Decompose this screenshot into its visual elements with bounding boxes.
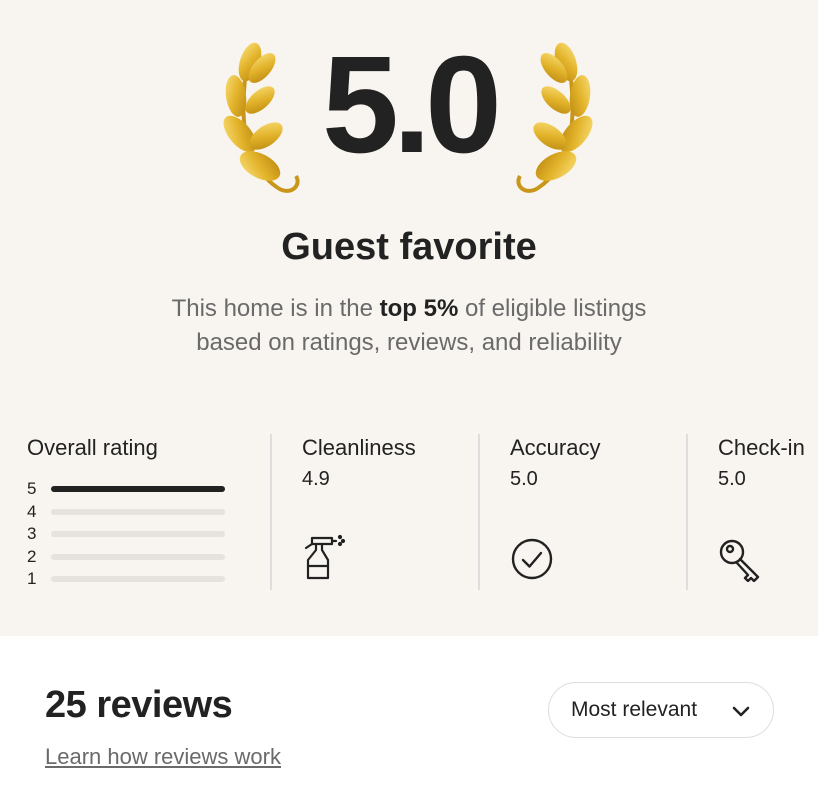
guest-favorite-description: This home is in the top 5% of eligible l… (0, 292, 818, 360)
rating-bar-stars: 2 (27, 546, 37, 566)
column-divider (478, 434, 480, 590)
sort-selected-value: Most relevant (571, 698, 698, 721)
category-label: Check-in (718, 435, 805, 460)
column-divider (686, 434, 688, 590)
rating-bar-track (51, 531, 225, 538)
overall-rating-column: Overall rating 5 4 3 2 1 (27, 432, 247, 592)
rating-bar-track (51, 553, 225, 560)
rating-bar-row: 1 (27, 568, 247, 591)
column-divider (270, 434, 272, 590)
key-icon (719, 539, 760, 582)
rating-breakdown: Overall rating 5 4 3 2 1 Cleanliness 4.9 (0, 432, 818, 592)
check-circle-icon (511, 538, 553, 580)
laurel-right-icon (516, 42, 593, 193)
description-text: This home is in the (171, 295, 380, 322)
category-score: 5.0 (510, 468, 538, 490)
rating-bar-row: 2 (27, 546, 247, 569)
rating-bar-row: 4 (27, 501, 247, 524)
rating-distribution: 5 4 3 2 1 (27, 478, 247, 591)
learn-how-reviews-work-link[interactable]: Learn how reviews work (45, 744, 281, 770)
description-line-2: based on ratings, reviews, and reliabili… (196, 329, 622, 356)
category-accuracy: Accuracy 5.0 (510, 432, 680, 592)
top-percent-text: top 5% (379, 295, 459, 322)
description-text: of eligible listings (458, 295, 647, 322)
rating-bar-stars: 5 (27, 479, 37, 499)
overall-rating-label: Overall rating (27, 435, 158, 460)
category-label: Cleanliness (302, 435, 416, 460)
category-label: Accuracy (510, 435, 601, 460)
rating-bar-track (51, 486, 225, 493)
rating-bar-fill (51, 486, 225, 493)
guest-favorite-title: Guest favorite (281, 226, 537, 268)
rating-bar-track (51, 508, 225, 515)
description-line-1: This home is in the top 5% of eligible l… (0, 292, 818, 326)
reviews-count-heading: 25 reviews (45, 684, 233, 726)
category-score: 4.9 (302, 468, 330, 490)
rating-bar-stars: 3 (27, 524, 37, 544)
rating-bar-stars: 1 (27, 569, 37, 589)
chevron-down-icon (732, 706, 750, 717)
guest-favorite-section: 5.0 Guest favorite This home is in the t… (0, 0, 818, 636)
sort-reviews-dropdown[interactable]: Most relevant (548, 682, 774, 738)
score-row: 5.0 (0, 30, 818, 200)
rating-bar-stars: 4 (27, 501, 37, 521)
rating-bar-row: 5 (27, 478, 247, 501)
overall-score: 5.0 (322, 28, 502, 182)
category-cleanliness: Cleanliness 4.9 (302, 432, 472, 592)
rating-bar-row: 3 (27, 523, 247, 546)
category-check-in: Check-in 5.0 (718, 432, 818, 592)
rating-bar-track (51, 576, 225, 583)
spray-bottle-icon (304, 534, 346, 580)
category-score: 5.0 (718, 468, 746, 490)
